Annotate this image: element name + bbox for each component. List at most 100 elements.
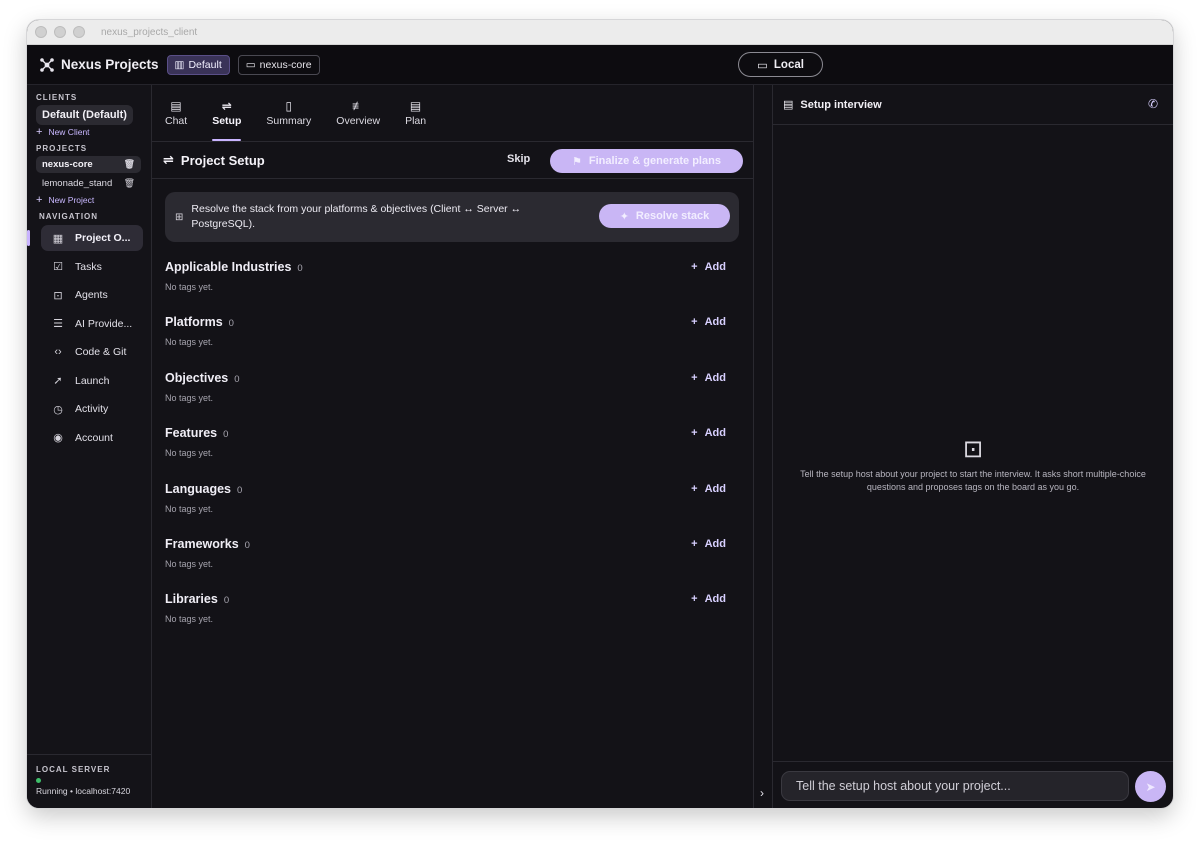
collapse-rail: › <box>754 85 773 808</box>
chat-icon: ▤ <box>170 99 182 113</box>
sidebar-item-agents[interactable]: ⊡ Agents <box>41 282 143 308</box>
sidebar-item-label: Project O... <box>75 232 131 244</box>
project-chip[interactable]: ▭ nexus-core <box>237 54 320 75</box>
add-tag-button[interactable]: + Add <box>691 483 726 495</box>
navigation-label: NAVIGATION <box>39 212 99 221</box>
page-title-text: Project Setup <box>180 152 265 168</box>
send-button[interactable]: ➤ <box>1135 771 1166 802</box>
window-title: nexus_projects_client <box>101 26 198 38</box>
phone-icon[interactable]: ✆ <box>1148 97 1158 111</box>
empty-tags-text: No tags yet. <box>165 282 214 292</box>
project-name: nexus-core <box>42 159 93 170</box>
account-icon: ◉ <box>53 432 63 444</box>
category-count: 0 <box>223 595 230 607</box>
send-arrow-icon: ➤ <box>1145 779 1156 794</box>
resolve-stack-label: Resolve stack <box>635 210 710 222</box>
tab-label: Setup <box>212 115 242 127</box>
sidebar-item-account[interactable]: ◉ Account <box>41 425 143 451</box>
robot-icon: ⊡ <box>962 436 984 463</box>
dashboard-icon: ▦ <box>52 232 64 245</box>
local-server-status: LOCAL SERVER Running • localhost:7420 <box>27 754 151 808</box>
tab-label: Chat <box>165 115 188 127</box>
server-status-text: Running • localhost:7420 <box>36 786 131 796</box>
interview-title: ▤ Setup interview <box>783 98 882 112</box>
add-tag-button[interactable]: + Add <box>691 538 726 550</box>
flag-icon: ⚑ <box>572 155 582 168</box>
sidebar-item-ai-providers[interactable]: ☰ AI Provide... <box>41 311 143 337</box>
clients-label: CLIENTS <box>36 93 78 102</box>
plus-icon: + <box>691 316 698 329</box>
plus-icon: + <box>691 261 698 273</box>
add-label: Add <box>704 316 726 329</box>
add-tag-button[interactable]: + Add <box>691 427 726 439</box>
zoom-window-button[interactable] <box>73 26 85 38</box>
summary-icon: ▯ <box>285 99 293 113</box>
sidebar-item-label: AI Provide... <box>75 317 133 330</box>
add-tag-button[interactable]: + Add <box>691 593 726 605</box>
title-bar: nexus_projects_client <box>27 20 1173 45</box>
status-dot <box>36 778 41 783</box>
sidebar-item-label: Account <box>75 431 113 444</box>
new-project-link[interactable]: + New Project <box>36 194 151 206</box>
category-title: Features <box>165 426 218 441</box>
trash-icon[interactable]: 🗑 <box>124 178 135 189</box>
minimize-window-button[interactable] <box>54 26 66 38</box>
resolve-stack-text: Resolve the stack from your platforms & … <box>191 203 522 230</box>
tab-overview[interactable]: ≢ Overview <box>336 85 380 141</box>
project-item-lemonade-stand[interactable]: lemonade_stand 🗑 <box>36 175 141 192</box>
sidebar-nav: ▦ Project O... ☑ Tasks ⊡ Agents ☰ AI Pro… <box>27 225 151 451</box>
resolve-stack-banner: ⊞ Resolve the stack from your platforms … <box>165 192 739 242</box>
sidebar-item-activity[interactable]: ◷ Activity <box>41 396 143 422</box>
magic-wand-icon: ✦ <box>619 210 629 223</box>
add-tag-button[interactable]: + Add <box>691 261 726 273</box>
sidebar-item-project-overview[interactable]: ▦ Project O... <box>27 225 143 251</box>
finalize-button[interactable]: ⚑ Finalize & generate plans <box>550 149 743 173</box>
tag-categories: Applicable Industries 0 No tags yet. + Ad… <box>165 260 730 648</box>
resolve-stack-button[interactable]: ✦ Resolve stack <box>599 204 730 228</box>
sidebar-item-launch[interactable]: ➚ Launch <box>41 368 143 394</box>
trash-icon[interactable]: 🗑 <box>124 159 135 170</box>
laptop-icon: ▭ <box>757 59 768 72</box>
add-label: Add <box>704 261 726 273</box>
add-tag-button[interactable]: + Add <box>691 372 726 384</box>
agent-icon: ⊡ <box>53 289 63 302</box>
empty-tags-text: No tags yet. <box>165 392 214 403</box>
interview-empty-text: Tell the setup host about your project t… <box>800 469 1146 492</box>
sidebar-item-label: Code & Git <box>75 346 127 358</box>
app-logo: Nexus Projects <box>38 56 159 74</box>
skip-button[interactable]: Skip <box>507 153 530 165</box>
sidebar-item-label: Tasks <box>75 260 102 273</box>
tab-summary[interactable]: ▯ Summary <box>266 85 311 141</box>
tab-chat[interactable]: ▤ Chat <box>165 85 187 141</box>
plus-icon: + <box>36 194 43 206</box>
building-icon: ▥ <box>174 58 185 71</box>
sidebar-item-tasks[interactable]: ☑ Tasks <box>41 254 143 280</box>
add-tag-button[interactable]: + Add <box>691 316 726 328</box>
new-client-link[interactable]: + New Client <box>36 126 151 138</box>
local-mode-button[interactable]: ▭ Local <box>738 52 823 77</box>
plus-icon: + <box>691 593 698 606</box>
message-composer: ➤ <box>773 761 1173 808</box>
close-window-button[interactable] <box>35 26 47 38</box>
setup-toolbar: ⇌ Project Setup Skip ⚑ Finalize & genera… <box>152 142 753 179</box>
finalize-label: Finalize & generate plans <box>588 155 721 167</box>
client-chip-label: Default <box>188 58 222 71</box>
tab-setup[interactable]: ⇌ Setup <box>212 85 242 141</box>
empty-tags-text: No tags yet. <box>165 448 214 459</box>
app-window: nexus_projects_client Nexus Projects ▥ D… <box>27 20 1173 808</box>
category-title: Languages <box>165 481 231 496</box>
code-icon: ‹› <box>54 346 62 358</box>
setup-icon: ⇌ <box>163 152 174 167</box>
app-header: Nexus Projects ▥ Default ▭ nexus-core ▭ … <box>27 45 1173 85</box>
category-count: 0 <box>237 484 243 496</box>
message-input[interactable] <box>781 771 1129 801</box>
tab-plan[interactable]: ▤ Plan <box>405 85 426 141</box>
client-chip[interactable]: ▥ Default <box>166 54 230 75</box>
plus-icon: + <box>691 482 698 495</box>
sidebar-item-code-git[interactable]: ‹› Code & Git <box>41 339 143 365</box>
sidebar: CLIENTS Default (Default) + New Client P… <box>27 85 152 808</box>
active-client[interactable]: Default (Default) <box>36 105 133 125</box>
local-server-label: LOCAL SERVER <box>36 765 111 774</box>
chevron-right-icon[interactable]: › <box>760 786 764 800</box>
project-item-nexus-core[interactable]: nexus-core 🗑 <box>36 156 141 173</box>
